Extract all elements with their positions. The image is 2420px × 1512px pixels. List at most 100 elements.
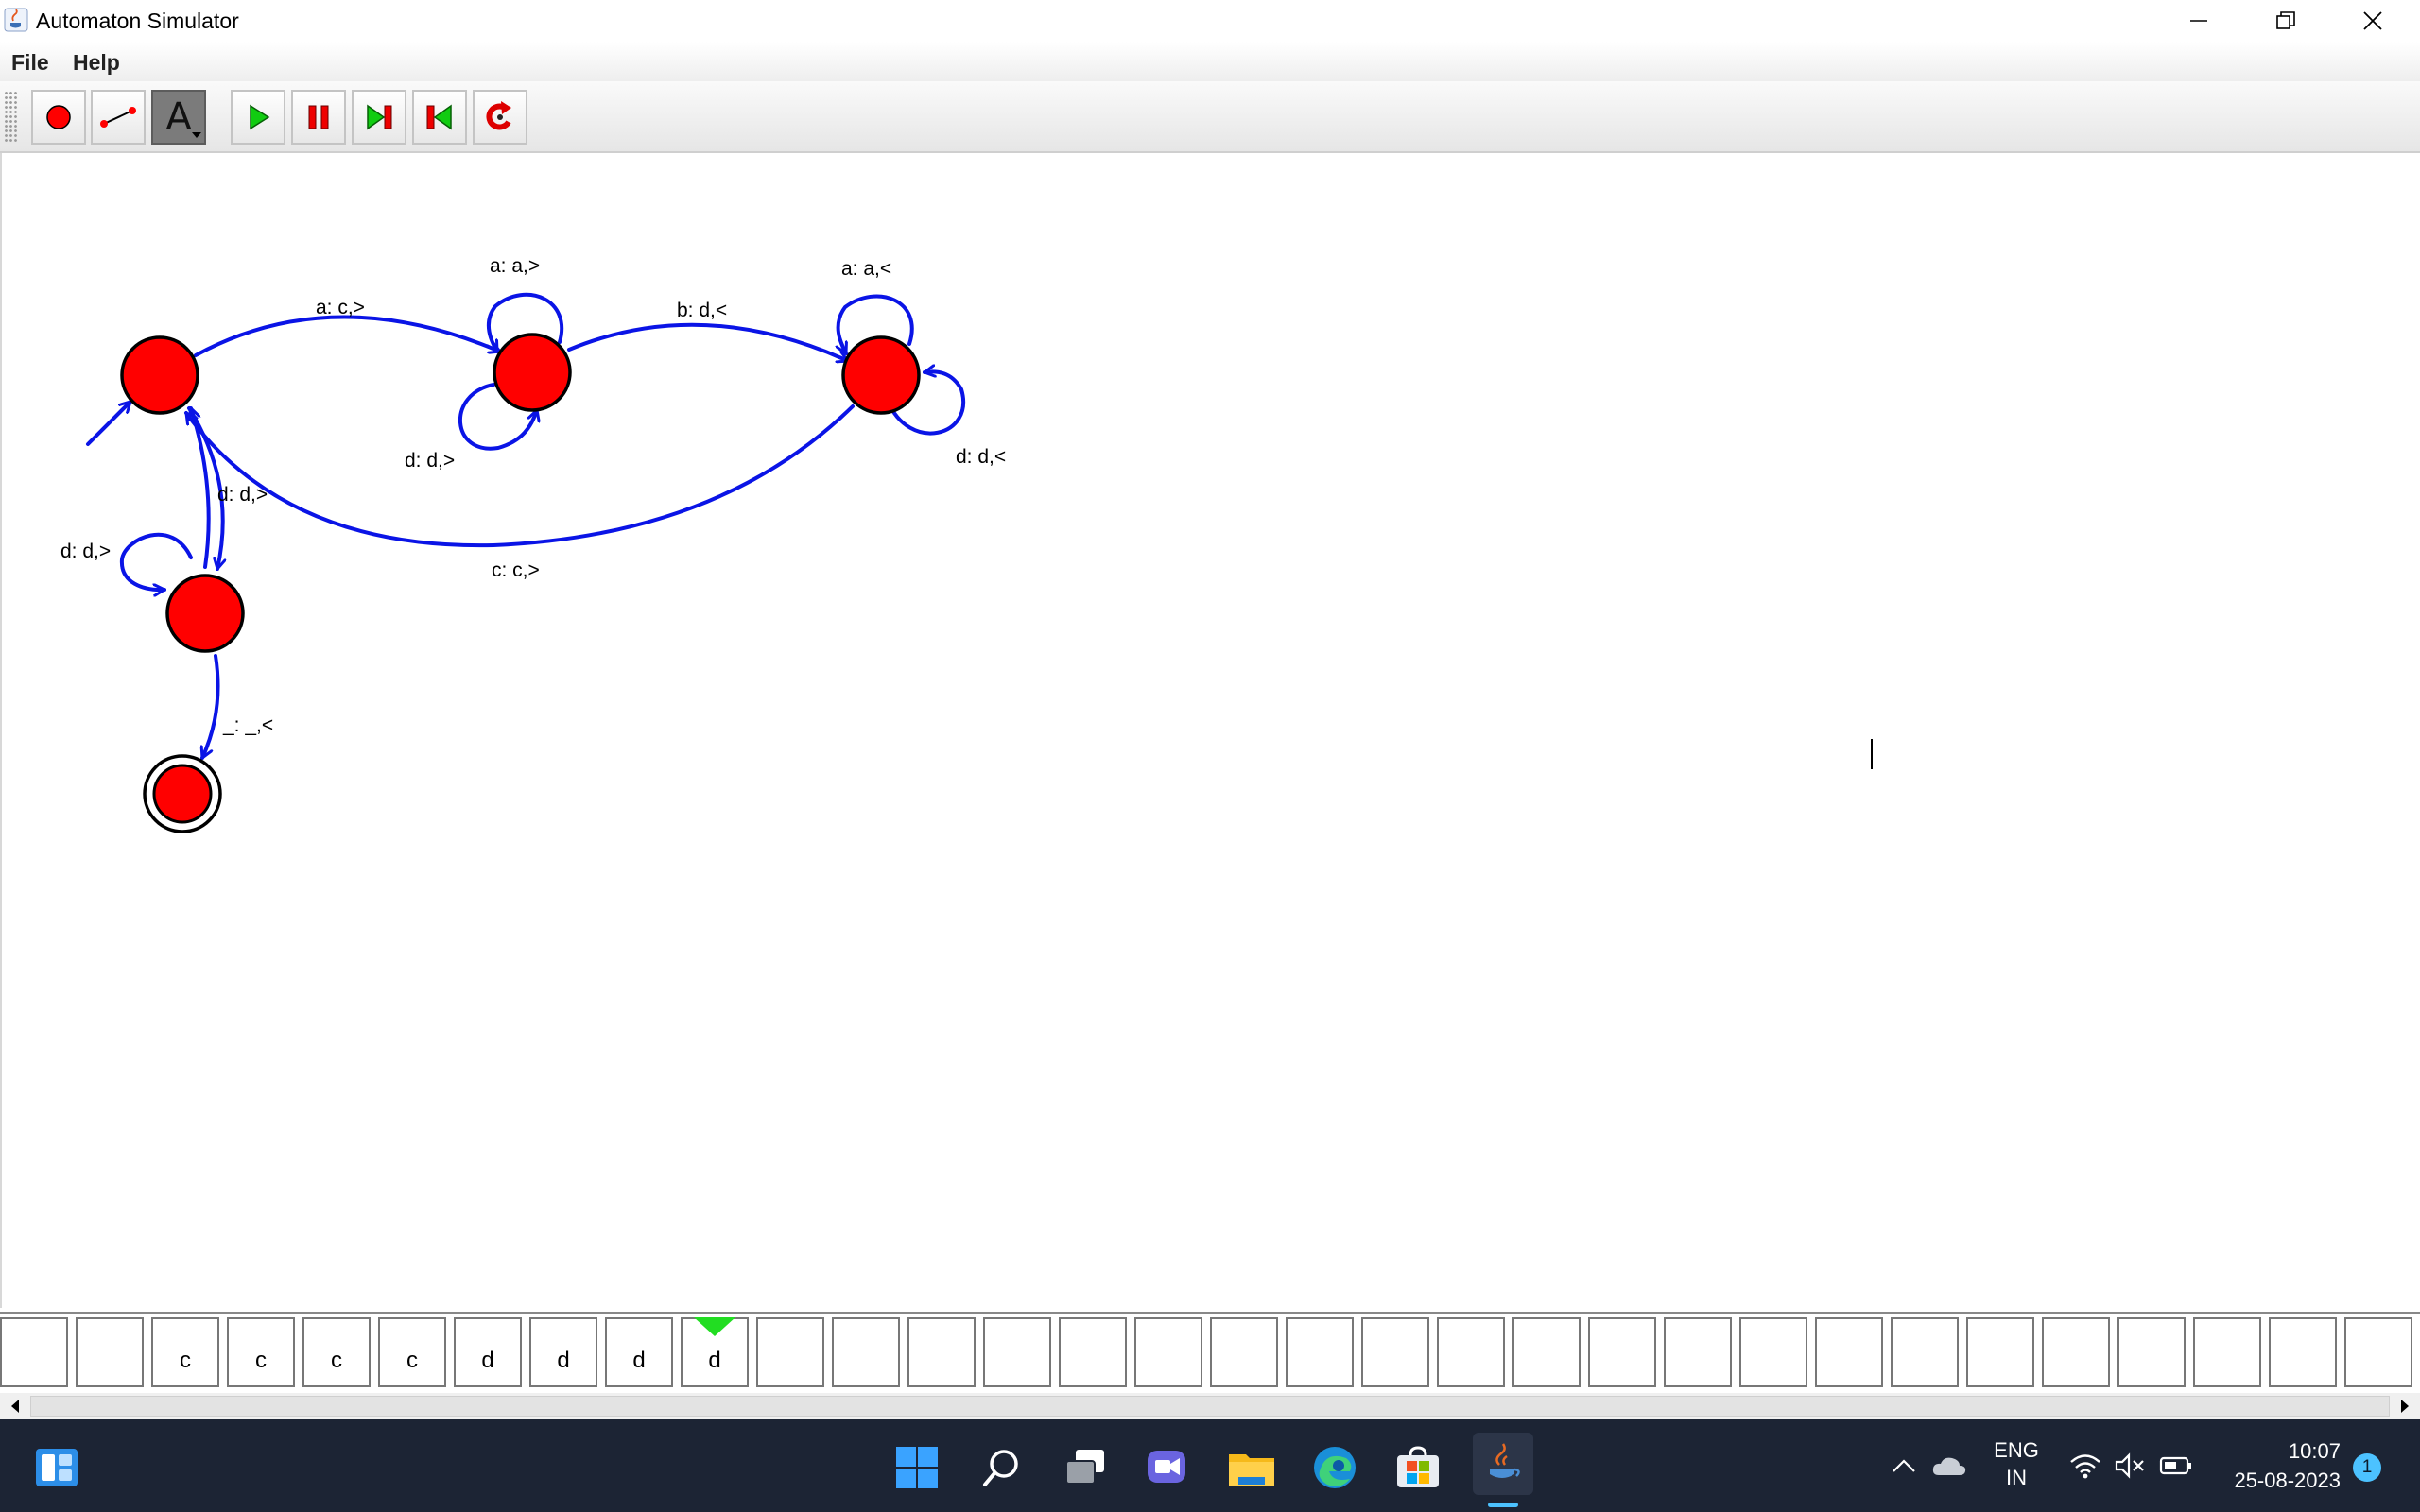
tape-cell[interactable]: d: [529, 1317, 597, 1387]
chevron-up-icon[interactable]: [1887, 1442, 1921, 1489]
pause-button[interactable]: [291, 90, 346, 145]
state-q1[interactable]: [493, 333, 572, 412]
tape-cell[interactable]: [1361, 1317, 1429, 1387]
tape-cell[interactable]: [832, 1317, 900, 1387]
transition-q0-q1[interactable]: [194, 315, 500, 357]
tape-cell[interactable]: [1437, 1317, 1505, 1387]
tape-cell[interactable]: d: [454, 1317, 522, 1387]
label-q1-q2: b: d,<: [677, 300, 727, 321]
minimize-button[interactable]: [2155, 0, 2242, 42]
battery-icon[interactable]: [2157, 1442, 2195, 1489]
tape-cell[interactable]: [0, 1317, 68, 1387]
state-q3[interactable]: [165, 574, 245, 653]
tape-cell[interactable]: [1059, 1317, 1127, 1387]
tape-cell[interactable]: [908, 1317, 976, 1387]
step-back-button[interactable]: [412, 90, 467, 145]
tape-cell[interactable]: [1210, 1317, 1278, 1387]
step-forward-icon: [367, 104, 392, 130]
widgets-icon[interactable]: [28, 1440, 85, 1495]
scroll-right-button[interactable]: [2392, 1393, 2418, 1419]
tape-cell[interactable]: [1739, 1317, 1807, 1387]
tape-cell[interactable]: [2118, 1317, 2186, 1387]
tape-cell[interactable]: [2344, 1317, 2412, 1387]
window-title: Automaton Simulator: [36, 9, 239, 33]
state-q4-final[interactable]: [143, 754, 222, 833]
tape-cell[interactable]: c: [151, 1317, 219, 1387]
tape-cell[interactable]: [1134, 1317, 1202, 1387]
file-explorer-icon[interactable]: [1223, 1440, 1280, 1495]
task-view-icon[interactable]: [1057, 1440, 1114, 1495]
dropdown-arrow-icon: [192, 132, 201, 138]
run-button[interactable]: [231, 90, 285, 145]
tape-cell[interactable]: [1512, 1317, 1581, 1387]
onedrive-cloud-icon[interactable]: [1928, 1442, 1970, 1489]
search-icon[interactable]: [974, 1440, 1030, 1495]
scroll-thumb[interactable]: [30, 1396, 2390, 1417]
tape-cell[interactable]: [2193, 1317, 2261, 1387]
store-icon[interactable]: [1390, 1440, 1446, 1495]
teams-chat-icon[interactable]: [1140, 1440, 1197, 1495]
loop-q3-left[interactable]: [119, 532, 193, 590]
transition-q3-q4[interactable]: [202, 654, 220, 758]
java-icon[interactable]: [1473, 1433, 1533, 1495]
horizontal-scrollbar[interactable]: [0, 1393, 2420, 1419]
wifi-icon[interactable]: [2066, 1442, 2104, 1489]
label-q0-q3: d: d,>: [217, 484, 268, 506]
language-indicator[interactable]: ENG IN: [1991, 1436, 2042, 1491]
label-q2-loop-right: d: d,<: [956, 446, 1006, 468]
tape-cell[interactable]: [2269, 1317, 2337, 1387]
tape-cell[interactable]: [1891, 1317, 1959, 1387]
tape-cell[interactable]: d: [605, 1317, 673, 1387]
taskbar: ENG IN 10:07 25-08-2023 1: [0, 1419, 2420, 1512]
tape-cell[interactable]: [1664, 1317, 1732, 1387]
tape-cell[interactable]: [1815, 1317, 1883, 1387]
state-q2[interactable]: [841, 335, 921, 415]
toolbar-grip[interactable]: [4, 91, 19, 144]
label-q1-loop-bottom: d: d,>: [405, 450, 455, 472]
tape-cell[interactable]: [1588, 1317, 1656, 1387]
clock-time: 10:07: [2288, 1439, 2341, 1463]
restore-icon: [2276, 11, 2295, 29]
step-forward-button[interactable]: [352, 90, 406, 145]
scroll-left-button[interactable]: [2, 1393, 28, 1419]
tape-cell[interactable]: [2042, 1317, 2110, 1387]
notification-badge[interactable]: 1: [2353, 1453, 2381, 1482]
menu-bar: File Help: [0, 42, 2420, 81]
tape-cell[interactable]: c: [227, 1317, 295, 1387]
pause-icon: [308, 105, 329, 129]
clock[interactable]: 10:07 25-08-2023: [2203, 1436, 2341, 1495]
tape-cell[interactable]: [1966, 1317, 2034, 1387]
menu-help[interactable]: Help: [73, 50, 120, 76]
tape-cell[interactable]: [1286, 1317, 1354, 1387]
region-code: IN: [2006, 1466, 2027, 1489]
start-icon[interactable]: [889, 1440, 945, 1495]
restore-button[interactable]: [2242, 0, 2329, 42]
menu-file[interactable]: File: [11, 50, 49, 76]
tape-cell[interactable]: [756, 1317, 824, 1387]
language-code: ENG: [1994, 1438, 2039, 1462]
automaton-canvas[interactable]: a: c,> a: a,> d: d,> b: d,< a: a,< d: d,…: [0, 153, 2420, 1308]
state-q0[interactable]: [120, 335, 199, 415]
edge-icon[interactable]: [1306, 1440, 1363, 1495]
tape-cell[interactable]: [76, 1317, 144, 1387]
tape-cell[interactable]: c: [378, 1317, 446, 1387]
add-state-tool[interactable]: [31, 90, 86, 145]
initial-arrow[interactable]: [86, 402, 130, 446]
toolbar: A: [0, 81, 2420, 154]
volume-muted-icon[interactable]: [2112, 1442, 2150, 1489]
tape-cell[interactable]: [983, 1317, 1051, 1387]
close-icon: [2363, 11, 2382, 30]
close-button[interactable]: [2329, 0, 2416, 42]
add-transition-tool[interactable]: [91, 90, 146, 145]
red-circle-icon: [46, 105, 71, 129]
reset-button[interactable]: [473, 90, 527, 145]
text-cursor: [1871, 739, 1873, 769]
clock-date: 25-08-2023: [2234, 1469, 2341, 1492]
minimize-icon: [2190, 20, 2207, 22]
tape-cell[interactable]: c: [302, 1317, 371, 1387]
tape-head-icon: [694, 1317, 735, 1336]
transition-q1-q2[interactable]: [567, 322, 848, 361]
text-tool[interactable]: A: [151, 90, 206, 145]
tape[interactable]: ccccdddd: [0, 1312, 2420, 1395]
transition-q2-q0[interactable]: [184, 404, 855, 548]
